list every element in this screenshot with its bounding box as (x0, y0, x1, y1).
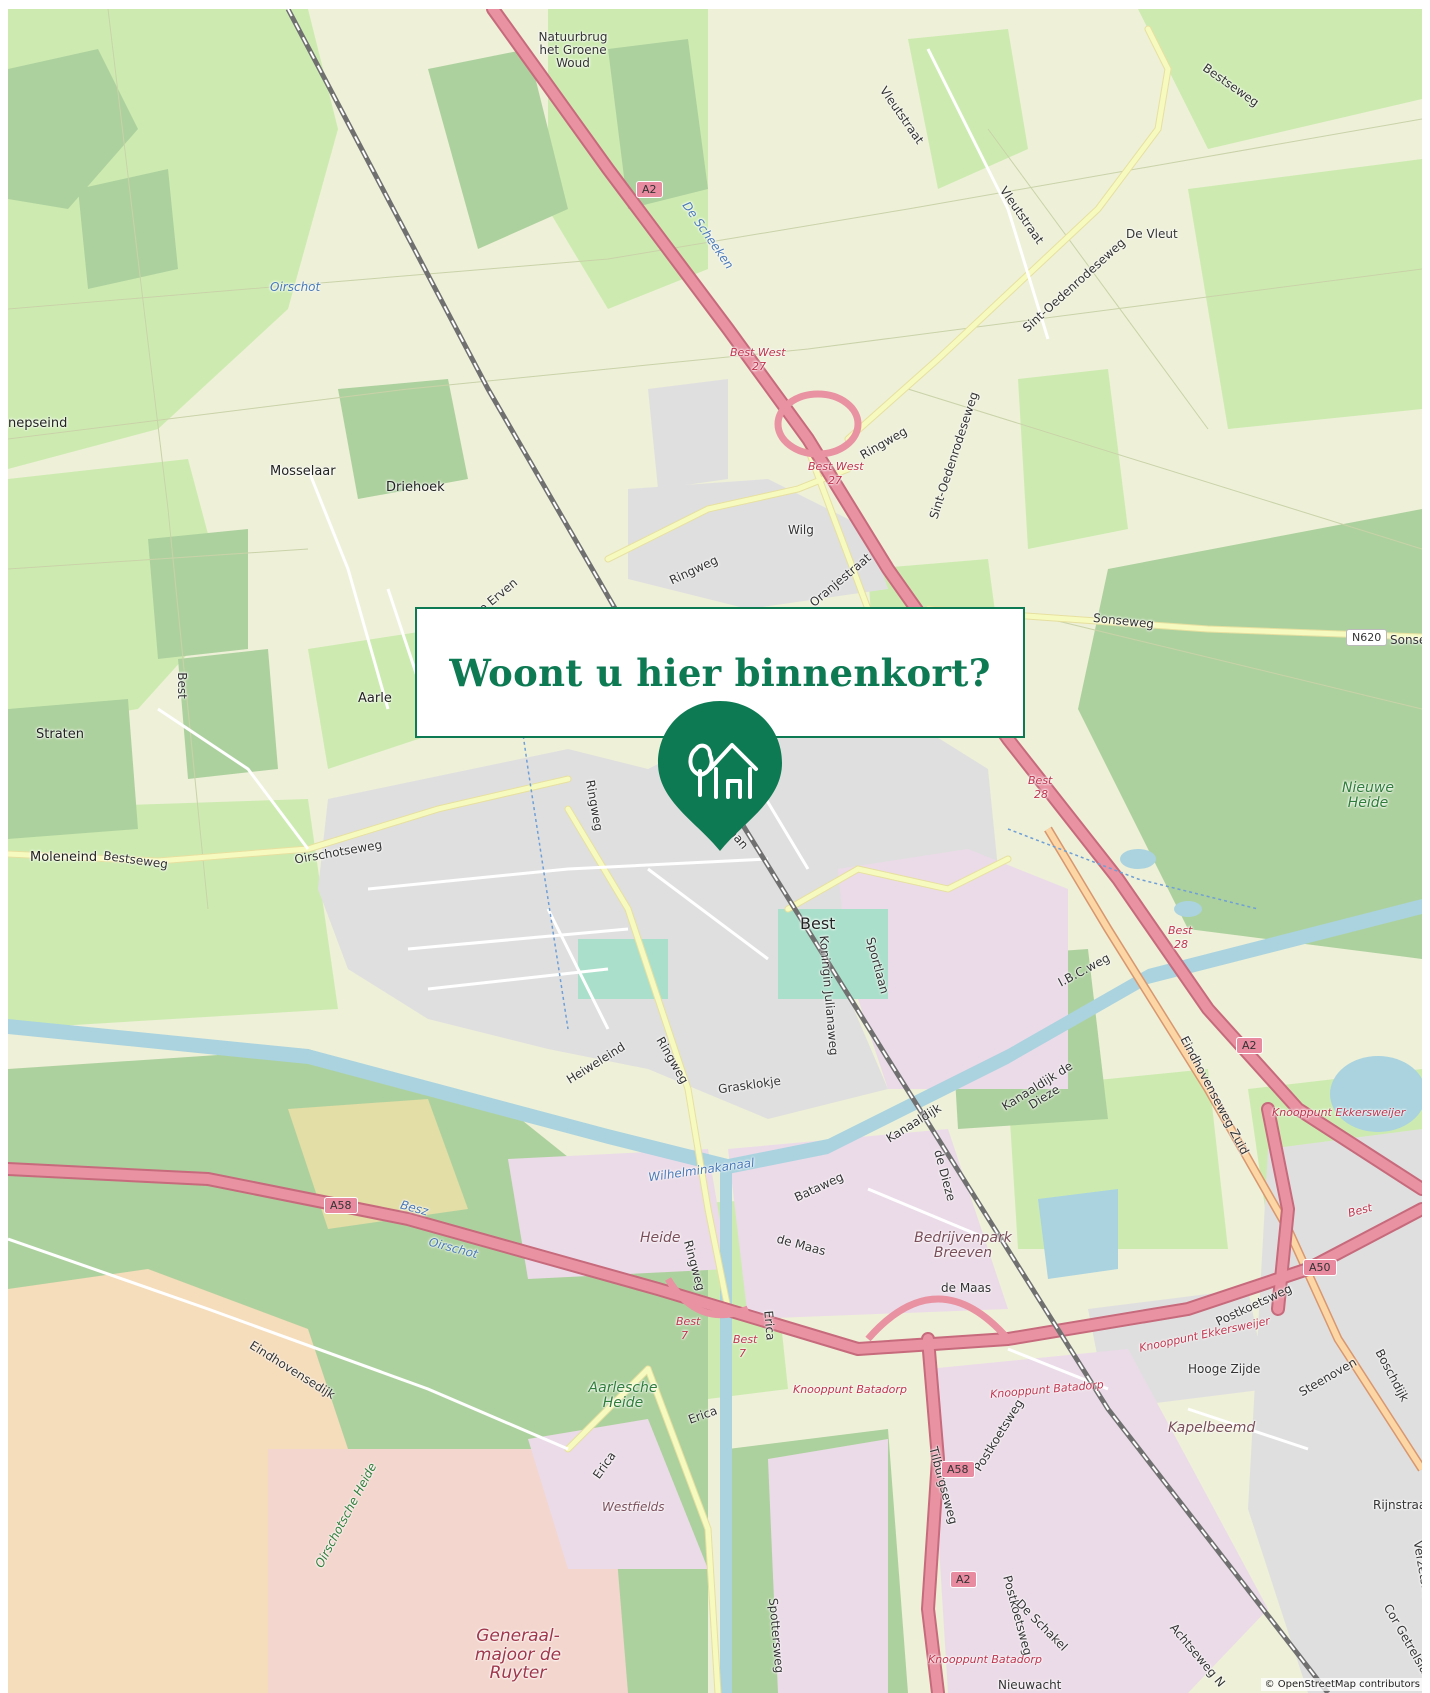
map-attribution: © OpenStreetMap contributors (1260, 1678, 1424, 1691)
road-shield-a50: A50 (1303, 1259, 1337, 1276)
map-pin-icon (658, 701, 782, 851)
street-label-best: Best (174, 672, 189, 699)
exit-number: 28 (1174, 938, 1188, 951)
exit-number: 27 (752, 360, 766, 373)
place-label-driehoek: Driehoek (386, 480, 445, 495)
exit-number: 7 (681, 1329, 688, 1342)
exit-label-best-west: Best West (808, 460, 864, 473)
place-label-nepseind: nepseind (8, 416, 68, 431)
exit-label-best: Best (1028, 774, 1053, 787)
junction-label-knooppunt-ekkersweijer: Knooppunt Ekkersweijer (1272, 1106, 1406, 1119)
place-label-mosselaar: Mosselaar (270, 464, 336, 479)
location-marker[interactable] (652, 697, 788, 855)
banner-title: Woont u hier binnenkort? (449, 650, 991, 695)
street-label-sonseweg: Sonseweg (1390, 633, 1422, 647)
poi-natuurbrug: Natuurbrug het Groene Woud (538, 30, 608, 71)
exit-label-best: Best (733, 1333, 758, 1346)
place-label-moleneind: Moleneind (30, 850, 98, 865)
exit-number: 27 (828, 474, 842, 487)
exit-number: 7 (739, 1347, 746, 1360)
junction-label-knooppunt-batadorp: Knooppunt Batadorp (928, 1653, 1042, 1666)
street-label-hooge-zijde: Hooge Zijde (1188, 1362, 1261, 1376)
area-label-bedrijvenpark-breeven: Bedrijvenpark Breeven (914, 1230, 1012, 1262)
exit-label-best: Best (1168, 924, 1193, 937)
place-label-aarle: Aarle (358, 691, 392, 706)
place-label-best: Best (800, 914, 836, 933)
place-label-de-vleut: De Vleut (1126, 227, 1178, 241)
street-label-de-maas: de Maas (941, 1281, 992, 1295)
street-label-wilg: Wilg (788, 523, 814, 537)
exit-label-best: Best (676, 1315, 701, 1328)
road-shield-a58: A58 (941, 1461, 975, 1478)
street-label-erica: Erica (761, 1310, 778, 1342)
junction-label-knooppunt-batadorp: Knooppunt Batadorp (793, 1383, 907, 1396)
road-shield-n620: N620 (1346, 629, 1388, 646)
area-label-generaal-majoor: Generaal-majoor de Ruyter (474, 1626, 562, 1684)
road-shield-a2: A2 (636, 181, 663, 198)
area-label-nieuwe-heide: Nieuwe Heide (1342, 780, 1394, 812)
exit-number: 28 (1034, 788, 1048, 801)
water-label-oirschot: Oirschot (270, 280, 321, 294)
area-label-kapelbeemd: Kapelbeemd (1168, 1420, 1256, 1436)
place-label-straten: Straten (36, 727, 84, 742)
road-shield-a2: A2 (950, 1571, 977, 1588)
road-shield-a58: A58 (324, 1197, 358, 1214)
road-shield-a2: A2 (1236, 1037, 1263, 1054)
street-label-nieuwacht: Nieuwacht (998, 1678, 1062, 1692)
area-label-aarlesche-heide: Aarlesche Heide (588, 1380, 658, 1412)
street-label-rijnstraat: Rijnstraat (1373, 1498, 1422, 1512)
area-label-westfields: Westfields (602, 1500, 665, 1514)
area-label-heide: Heide (640, 1230, 681, 1246)
exit-label-best-west: Best West (730, 346, 786, 359)
